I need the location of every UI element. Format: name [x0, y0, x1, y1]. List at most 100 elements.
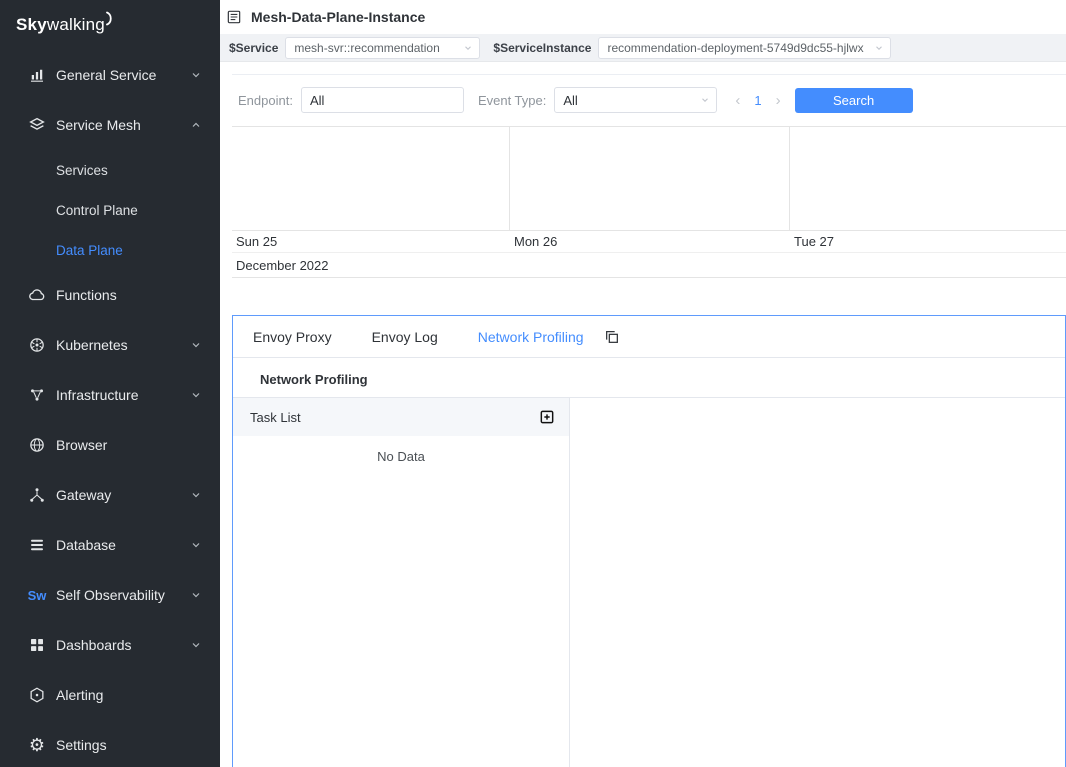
gear-icon: ⚙	[28, 736, 46, 754]
filter-bar: $Service mesh-svr::recommendation $Servi…	[220, 34, 1066, 62]
app-root: Skywalking General Service Service Mesh	[0, 0, 1066, 767]
page-header: Mesh-Data-Plane-Instance	[220, 0, 1066, 34]
task-list-title: Task List	[250, 410, 301, 425]
chevron-down-icon	[700, 95, 710, 105]
sub-item-label: Services	[56, 163, 108, 178]
page-number[interactable]: 1	[754, 93, 761, 108]
chevron-up-icon	[190, 119, 202, 131]
logo-swoosh-icon	[106, 11, 115, 31]
sidebar-item-services[interactable]: Services	[0, 150, 220, 190]
sidebar-item-data-plane[interactable]: Data Plane	[0, 230, 220, 270]
nodes-icon	[28, 386, 46, 404]
timeline-day-cell[interactable]	[510, 127, 790, 230]
instance-detail-card: Envoy Proxy Envoy Log Network Profiling …	[232, 315, 1066, 767]
task-list-panel: Task List No Data	[233, 398, 570, 767]
instance-filter-label: $ServiceInstance	[493, 41, 591, 55]
chevron-down-icon	[190, 639, 202, 651]
service-filter-label: $Service	[229, 41, 278, 55]
gateway-icon	[28, 486, 46, 504]
chevron-down-icon	[874, 43, 884, 53]
globe-icon	[28, 436, 46, 454]
main-content: Mesh-Data-Plane-Instance $Service mesh-s…	[220, 0, 1066, 767]
profiling-split: Task List No Data	[233, 398, 1065, 767]
page-title: Mesh-Data-Plane-Instance	[251, 9, 425, 25]
day-label: Mon 26	[510, 234, 790, 249]
endpoint-input[interactable]	[301, 87, 464, 113]
sidebar-item-alerting[interactable]: Alerting	[0, 670, 220, 720]
sidebar-item-label: Kubernetes	[56, 337, 190, 353]
sidebar-item-label: General Service	[56, 67, 190, 83]
grid-icon	[28, 636, 46, 654]
chevron-down-icon	[463, 43, 473, 53]
dashboard-doc-icon	[226, 9, 242, 25]
sidebar-nav: General Service Service Mesh Services Co…	[0, 50, 220, 767]
service-select[interactable]: mesh-svr::recommendation	[285, 37, 480, 59]
sidebar-item-label: Infrastructure	[56, 387, 190, 403]
sidebar-item-label: Service Mesh	[56, 117, 190, 133]
events-widget: Endpoint: Event Type: All ‹ 1 › Search	[232, 74, 1066, 278]
sidebar-item-label: Alerting	[56, 687, 202, 703]
timeline-day-cell[interactable]	[790, 127, 1066, 230]
next-page-icon[interactable]: ›	[776, 92, 781, 109]
sidebar-item-infrastructure[interactable]: Infrastructure	[0, 370, 220, 420]
day-label: Tue 27	[790, 234, 1066, 249]
sub-item-label: Control Plane	[56, 203, 138, 218]
tab-bar: Envoy Proxy Envoy Log Network Profiling	[233, 316, 1065, 358]
bar-chart-icon	[28, 66, 46, 84]
events-toolbar: Endpoint: Event Type: All ‹ 1 › Search	[238, 87, 1066, 113]
event-timeline: Sun 25 Mon 26 Tue 27 December 2022	[232, 126, 1066, 278]
sidebar-item-control-plane[interactable]: Control Plane	[0, 190, 220, 230]
layers-icon	[28, 116, 46, 134]
prev-page-icon[interactable]: ‹	[735, 92, 740, 109]
timeline-grid	[232, 126, 1066, 231]
sidebar-item-label: Settings	[56, 737, 202, 753]
cloud-icon	[28, 286, 46, 304]
sidebar-item-settings[interactable]: ⚙ Settings	[0, 720, 220, 767]
service-select-value: mesh-svr::recommendation	[294, 41, 439, 55]
sidebar-item-database[interactable]: Database	[0, 520, 220, 570]
sidebar-item-label: Gateway	[56, 487, 190, 503]
kubernetes-wheel-icon	[28, 336, 46, 354]
sw-logo-icon: Sw	[28, 586, 46, 604]
logo-text-primary: Sky	[16, 15, 47, 35]
tab-envoy-proxy[interactable]: Envoy Proxy	[233, 316, 352, 357]
sidebar-item-label: Functions	[56, 287, 202, 303]
chevron-down-icon	[190, 489, 202, 501]
chevron-down-icon	[190, 389, 202, 401]
app-logo[interactable]: Skywalking	[0, 0, 220, 50]
sidebar-item-self-observability[interactable]: Sw Self Observability	[0, 570, 220, 620]
chevron-down-icon	[190, 539, 202, 551]
service-instance-select[interactable]: recommendation-deployment-5749d9dc55-hjl…	[598, 37, 891, 59]
logo-text-secondary: walking	[47, 15, 105, 35]
sidebar-item-label: Database	[56, 537, 190, 553]
sidebar-item-label: Self Observability	[56, 587, 190, 603]
sidebar-item-browser[interactable]: Browser	[0, 420, 220, 470]
event-type-select-value: All	[563, 93, 577, 108]
event-type-select[interactable]: All	[554, 87, 717, 113]
sidebar-item-dashboards[interactable]: Dashboards	[0, 620, 220, 670]
tab-envoy-log[interactable]: Envoy Log	[352, 316, 458, 357]
tab-network-profiling[interactable]: Network Profiling	[458, 316, 604, 357]
pagination: ‹ 1 ›	[735, 92, 780, 109]
sidebar-item-label: Browser	[56, 437, 202, 453]
sidebar-item-gateway[interactable]: Gateway	[0, 470, 220, 520]
sidebar-item-general-service[interactable]: General Service	[0, 50, 220, 100]
copy-icon[interactable]	[604, 329, 620, 345]
sub-item-label: Data Plane	[56, 243, 123, 258]
section-title: Network Profiling	[233, 358, 1065, 398]
task-list-header: Task List	[233, 398, 569, 436]
sidebar-item-kubernetes[interactable]: Kubernetes	[0, 320, 220, 370]
sidebar-item-functions[interactable]: Functions	[0, 270, 220, 320]
chevron-down-icon	[190, 589, 202, 601]
timeline-month-label: December 2022	[232, 253, 1066, 278]
profiling-detail-panel	[570, 398, 1065, 767]
sidebar-item-service-mesh[interactable]: Service Mesh	[0, 100, 220, 150]
instance-select-value: recommendation-deployment-5749d9dc55-hjl…	[607, 41, 863, 55]
search-button[interactable]: Search	[795, 88, 913, 113]
timeline-day-labels: Sun 25 Mon 26 Tue 27	[232, 231, 1066, 253]
timeline-day-cell[interactable]	[232, 127, 510, 230]
list-bars-icon	[28, 536, 46, 554]
endpoint-label: Endpoint:	[238, 93, 293, 108]
hexagon-icon	[28, 686, 46, 704]
add-task-button[interactable]	[537, 407, 557, 427]
